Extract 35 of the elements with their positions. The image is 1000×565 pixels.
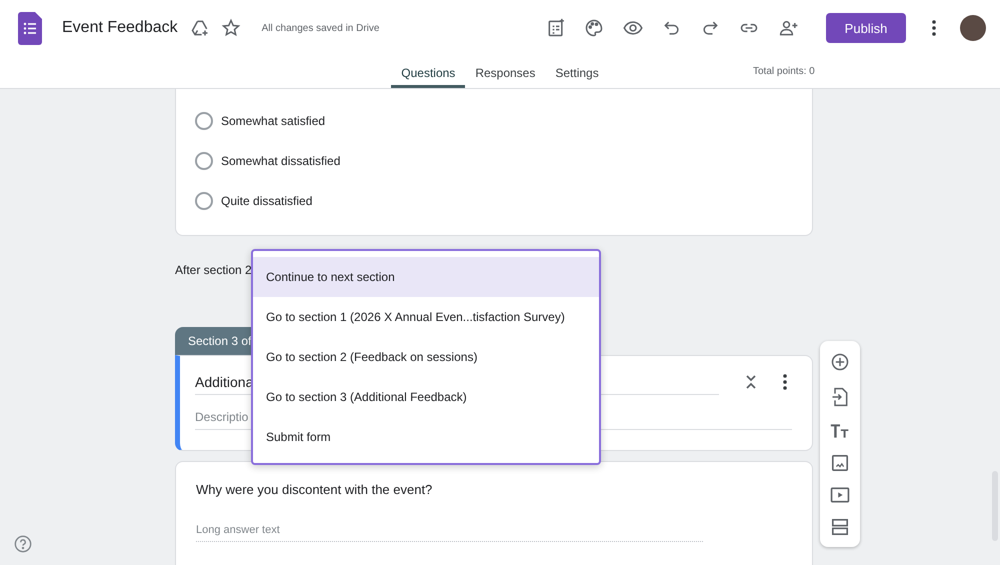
forms-logo-icon[interactable] [18,12,42,44]
more-options-icon[interactable] [783,374,787,390]
total-points: Total points: 0 [753,66,815,77]
save-status: All changes saved in Drive [262,22,380,34]
video-icon[interactable] [830,486,850,503]
option-label: Somewhat satisfied [221,114,326,128]
import-icon[interactable] [831,386,849,407]
title-text-icon[interactable] [830,422,850,440]
option-label: Somewhat dissatisfied [221,154,340,168]
star-icon[interactable] [220,18,241,38]
avatar[interactable] [960,15,986,41]
radio-button[interactable] [195,152,213,170]
image-icon[interactable] [831,454,849,472]
radio-button[interactable] [195,192,213,210]
option-label: Quite dissatisfied [221,194,312,208]
after-section-label: After section 2 [175,263,252,277]
tab[interactable]: Settings [545,56,609,88]
publish-button[interactable]: Publish [826,13,906,43]
answer-field[interactable]: Long answer text [196,519,703,542]
collapse-icon[interactable] [745,374,757,388]
menu-item[interactable]: Go to section 3 (Additional Feedback) [253,377,599,417]
more-options-icon[interactable] [932,20,936,36]
section-icon[interactable] [831,518,849,536]
form-title[interactable]: Event Feedback [62,19,178,37]
add-circle-icon[interactable] [830,352,850,372]
radio-button[interactable] [195,112,213,130]
menu-item[interactable]: Submit form [253,417,599,457]
question-title: Why were you discontent with the event? [196,482,434,497]
help-icon[interactable] [14,535,32,553]
move-to-folder-icon[interactable] [190,18,210,38]
palette-icon[interactable] [584,18,604,38]
tab[interactable]: Responses [465,56,546,88]
addon-icon[interactable] [546,18,566,38]
add-person-icon[interactable] [778,18,800,38]
menu-item[interactable]: Continue to next section [253,257,599,297]
